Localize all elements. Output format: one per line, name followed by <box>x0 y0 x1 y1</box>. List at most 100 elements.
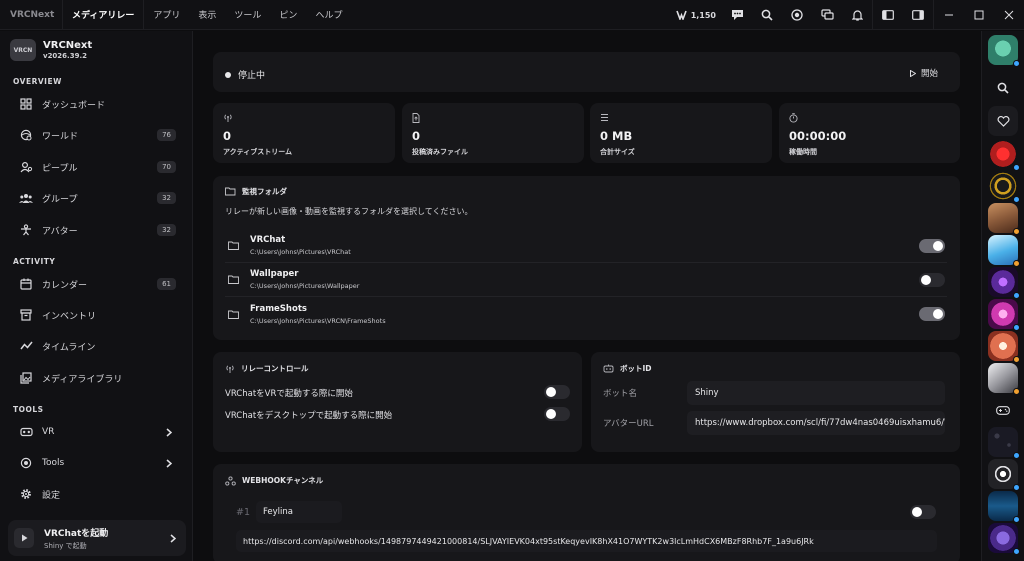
friend-avatar[interactable] <box>988 459 1020 491</box>
chat-bubble-button[interactable] <box>722 0 752 30</box>
stat-card-posted-files: 0 投稿済みファイル <box>402 103 584 163</box>
launch-vrchat-button[interactable]: VRChatを起動 Shiny で起動 <box>8 520 186 556</box>
sidebar: VRCN VRCNext v2026.39.2 OVERVIEW ダッシュボード… <box>0 31 193 561</box>
folder-toggle-vrchat[interactable] <box>919 239 945 253</box>
sidebar-item-media-library[interactable]: メディアライブラリ <box>10 366 182 390</box>
relay-toggle-vr[interactable] <box>544 385 570 399</box>
heart-icon <box>997 115 1010 127</box>
menu-pin[interactable]: ピン <box>270 0 306 30</box>
folder-toggle-wallpaper[interactable] <box>919 273 945 287</box>
friend-avatar[interactable] <box>988 299 1020 331</box>
gamepad-button[interactable] <box>988 395 1018 425</box>
notifications-button[interactable] <box>842 0 872 30</box>
friend-avatar[interactable] <box>988 427 1020 459</box>
webhook-toggle[interactable] <box>910 505 936 519</box>
friend-avatar[interactable] <box>988 491 1020 523</box>
status-dot <box>1013 292 1020 299</box>
toggle-knob <box>933 309 943 319</box>
avatar-icon <box>16 224 36 236</box>
gamepad-icon <box>996 405 1010 415</box>
folder-open-icon <box>225 187 236 196</box>
minimize-button[interactable] <box>934 0 964 30</box>
left-panel-icon <box>882 10 894 20</box>
bot-avatar-url-input[interactable]: https://www.dropbox.com/scl/fi/77dw4nas0… <box>687 411 945 435</box>
toggle-knob <box>546 409 556 419</box>
folder-path: C:\Users\Johns\Pictures\VRChat <box>250 248 351 256</box>
friend-avatar[interactable] <box>988 235 1020 267</box>
sidebar-item-inventory[interactable]: インベントリ <box>10 303 182 327</box>
record-button[interactable] <box>782 0 812 30</box>
friend-avatar[interactable] <box>988 171 1020 203</box>
friend-avatar[interactable] <box>988 35 1020 67</box>
maximize-button[interactable] <box>964 0 994 30</box>
stat-card-active-streams: 0 アクティブストリーム <box>213 103 395 163</box>
relay-option-label: VRChatをデスクトップで起動する際に開始 <box>225 411 393 421</box>
toggle-right-panel-button[interactable] <box>903 0 933 30</box>
toggle-knob <box>933 241 943 251</box>
status-dot <box>1013 324 1020 331</box>
count-badge: 32 <box>157 192 176 204</box>
launch-subtitle: Shiny で起動 <box>44 541 87 550</box>
status-label: 停止中 <box>238 71 266 81</box>
toggle-left-panel-button[interactable] <box>873 0 903 30</box>
status-dot <box>1013 484 1020 491</box>
search-friends-button[interactable] <box>988 73 1018 103</box>
favorites-button[interactable] <box>988 106 1018 136</box>
menu-media-relay[interactable]: メディアリレー <box>63 0 143 30</box>
title-bar-actions: 1,150 <box>666 0 1024 30</box>
friend-avatar[interactable] <box>988 203 1020 235</box>
tools-icon <box>16 457 36 469</box>
chevron-right-icon <box>170 533 176 543</box>
count-badge: 70 <box>157 161 176 173</box>
status-dot <box>1013 260 1020 267</box>
status-dot <box>1013 356 1020 363</box>
sidebar-item-label: Tools <box>42 458 65 468</box>
search-icon <box>761 9 773 21</box>
sidebar-item-dashboard[interactable]: ダッシュボード <box>10 92 182 116</box>
sidebar-item-tools[interactable]: Tools <box>10 451 182 475</box>
count-badge: 32 <box>157 224 176 236</box>
watch-folders-description: リレーが新しい画像・動画を監視するフォルダを選択してください。 <box>225 207 473 216</box>
relay-toggle-desktop[interactable] <box>544 407 570 421</box>
menu-view[interactable]: 表示 <box>189 0 225 30</box>
menu-app[interactable]: アプリ <box>144 0 189 30</box>
sidebar-item-people[interactable]: ピープル 70 <box>10 155 182 179</box>
bell-icon <box>851 9 863 21</box>
friend-avatar[interactable] <box>988 363 1020 395</box>
status-dot <box>225 71 231 78</box>
stat-card-total-size: 0 MB 合計サイズ <box>590 103 772 163</box>
webhook-name-input[interactable]: Feylina <box>256 501 342 523</box>
webhook-title: WEBHOOKチャンネル <box>225 475 323 486</box>
status-dot <box>1013 228 1020 235</box>
sidebar-item-worlds[interactable]: ワールド 76 <box>10 123 182 147</box>
menu-tools[interactable]: ツール <box>225 0 270 30</box>
relay-control-title: リレーコントロール <box>225 363 309 374</box>
sidebar-item-vr[interactable]: VR <box>10 420 182 444</box>
watch-folders-title: 監視フォルダ <box>225 186 287 197</box>
bot-name-input[interactable]: Shiny <box>687 381 945 405</box>
record-icon <box>791 9 803 21</box>
sidebar-item-settings[interactable]: 設定 <box>10 482 182 506</box>
friend-avatar[interactable] <box>988 331 1020 363</box>
search-button[interactable] <box>752 0 782 30</box>
friend-avatar[interactable] <box>988 523 1020 555</box>
friend-avatar[interactable] <box>988 139 1020 171</box>
start-button[interactable]: 開始 <box>909 67 938 79</box>
folder-icon <box>228 241 248 250</box>
friend-avatar[interactable] <box>988 267 1020 299</box>
messages-button[interactable] <box>812 0 842 30</box>
app-name: VRCNext <box>43 40 93 51</box>
timer-icon <box>789 113 798 123</box>
folder-name: FrameShots <box>250 303 307 314</box>
sidebar-item-calendar[interactable]: カレンダー 61 <box>10 272 182 296</box>
people-search-icon <box>16 161 36 173</box>
timeline-icon <box>16 341 36 351</box>
webhook-url-input[interactable]: https://discord.com/api/webhooks/1498797… <box>236 530 937 552</box>
menu-help[interactable]: ヘルプ <box>306 0 351 30</box>
close-button[interactable] <box>994 0 1024 30</box>
sidebar-item-groups[interactable]: グループ 32 <box>10 186 182 210</box>
vcoin-balance[interactable]: 1,150 <box>666 10 722 20</box>
sidebar-item-avatars[interactable]: アバター 32 <box>10 218 182 242</box>
folder-toggle-frameshots[interactable] <box>919 307 945 321</box>
sidebar-item-timeline[interactable]: タイムライン <box>10 334 182 358</box>
